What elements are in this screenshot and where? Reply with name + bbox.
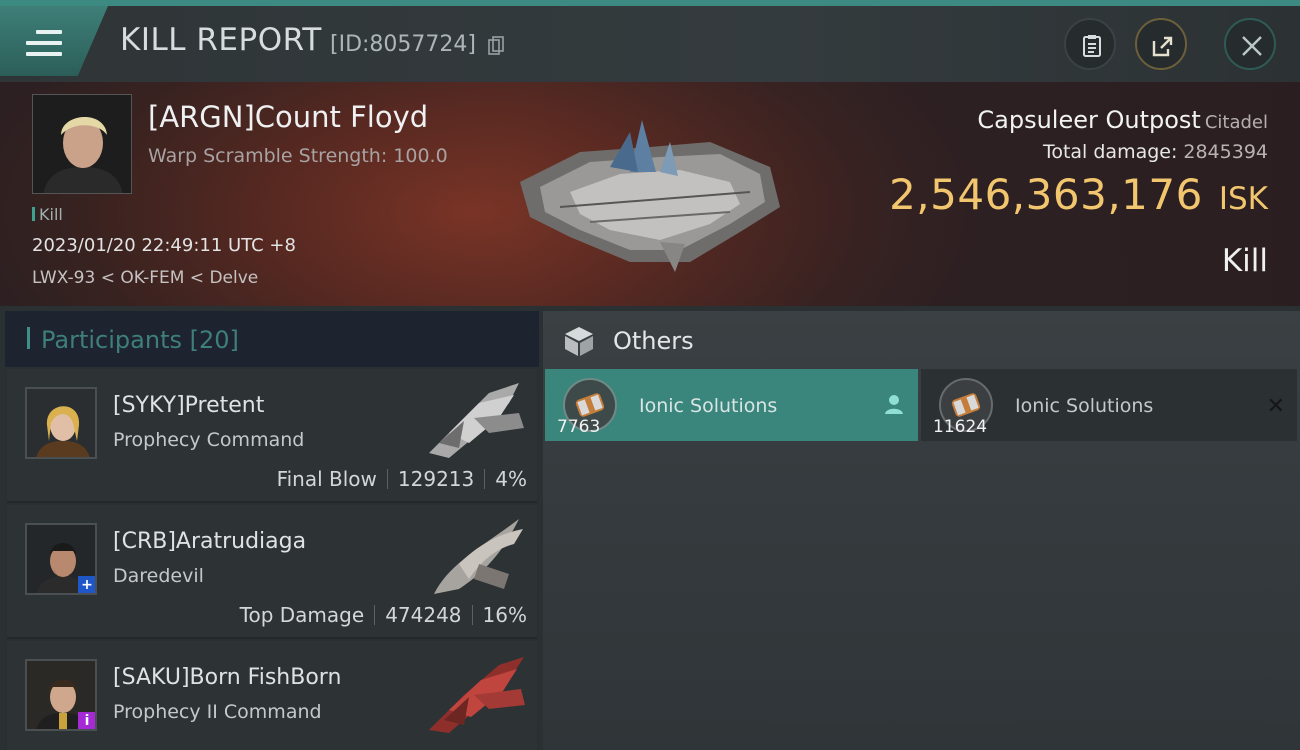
victim-ship-name: Capsuleer Outpost [977, 106, 1201, 134]
person-icon[interactable] [884, 393, 904, 415]
isk-unit: ISK [1218, 181, 1268, 217]
victim-pilot-name[interactable]: [ARGN]Count Floyd [148, 100, 428, 134]
participant-name[interactable]: [SAKU]Born FishBorn [113, 665, 341, 690]
clipboard-icon [1083, 35, 1101, 57]
isk-value: 2,546,363,176 ISK [889, 170, 1268, 219]
kill-location[interactable]: LWX-93 < OK-FEM < Delve [32, 268, 258, 288]
clipboard-button[interactable] [1064, 18, 1116, 70]
total-damage-value: 2845394 [1183, 141, 1268, 163]
others-header: Others [543, 311, 1300, 369]
participant-stats: Top Damage 474248 16% [240, 603, 527, 627]
info-icon: i [78, 712, 95, 729]
loot-item[interactable]: 7763 Ionic Solutions [545, 369, 918, 441]
ship-image [429, 383, 524, 458]
item-name: Ionic Solutions [1015, 395, 1154, 417]
share-button[interactable] [1135, 18, 1187, 70]
menu-icon [26, 30, 62, 58]
participant-ship[interactable]: Daredevil [113, 565, 204, 587]
separator [374, 605, 376, 625]
item-name: Ionic Solutions [639, 395, 778, 417]
participants-count: [20] [189, 326, 239, 354]
participants-title: Participants [20] [41, 326, 239, 354]
separator [386, 469, 388, 489]
participant-percent: 16% [482, 603, 527, 627]
kill-id: [ID:8057724] [330, 32, 476, 57]
portrait-image [33, 95, 131, 193]
item-quantity: 11624 [933, 417, 988, 437]
kill-datetime: 2023/01/20 22:49:11 UTC +8 [32, 235, 296, 256]
participant-damage: 474248 [385, 603, 462, 627]
close-button[interactable] [1224, 18, 1276, 70]
item-quantity: 7763 [557, 417, 601, 437]
warp-scramble-strength: Warp Scramble Strength: 100.0 [148, 145, 448, 167]
participants-panel: Participants [20] [SYKY]Pretent Prophecy… [5, 311, 539, 750]
loot-item[interactable]: 11624 Ionic Solutions ✕ [921, 369, 1297, 441]
participant-name[interactable]: [SYKY]Pretent [113, 393, 264, 418]
cube-icon [565, 327, 593, 356]
participants-label: Participants [41, 326, 182, 354]
ship-image [429, 657, 525, 733]
participant-avatar[interactable] [25, 387, 97, 459]
others-panel: Others 7763 Ionic Solutions 11624 Ionic … [543, 311, 1300, 750]
victim-ship-class: Citadel [1204, 112, 1268, 133]
participant-ship[interactable]: Prophecy II Command [113, 701, 322, 723]
header-accent-bar [27, 327, 30, 349]
victim-avatar[interactable] [32, 94, 132, 194]
kill-tag: Kill [32, 205, 63, 224]
total-damage-label: Total damage: [1042, 141, 1178, 163]
participant-percent: 4% [495, 467, 527, 491]
participant-role: Top Damage [239, 603, 365, 627]
participant-row[interactable]: i [SAKU]Born FishBorn Prophecy II Comman… [7, 641, 537, 750]
total-damage: Total damage: 2845394 [1043, 141, 1268, 163]
participant-avatar[interactable]: i [25, 659, 97, 731]
participant-ship[interactable]: Prophecy Command [113, 429, 304, 451]
participant-damage: 129213 [397, 467, 475, 491]
participant-row[interactable]: + [CRB]Aratrudiaga Daredevil Top Damage 4… [7, 505, 537, 639]
share-icon [1152, 36, 1173, 57]
others-title: Others [613, 327, 694, 355]
participant-stats: Final Blow 129213 4% [277, 467, 527, 491]
citadel-structure-image [520, 120, 780, 272]
ship-image [434, 519, 523, 594]
separator [484, 469, 486, 489]
copy-icon[interactable] [488, 36, 504, 55]
portrait-image [27, 389, 95, 457]
participant-role: Final Blow [276, 467, 377, 491]
victim-ship[interactable]: Capsuleer Outpost Citadel [977, 106, 1268, 134]
plus-icon: + [78, 576, 95, 593]
participants-header[interactable]: Participants [20] [5, 311, 539, 367]
destroyed-x-icon: ✕ [1266, 394, 1285, 419]
separator [471, 605, 473, 625]
close-icon [1242, 36, 1262, 56]
participant-avatar[interactable]: + [25, 523, 97, 595]
result-label: Kill [1221, 243, 1268, 279]
participant-row[interactable]: [SYKY]Pretent Prophecy Command Final Blo… [7, 369, 537, 503]
page-title: KILL REPORT [120, 22, 322, 58]
participant-name[interactable]: [CRB]Aratrudiaga [113, 529, 306, 554]
isk-amount: 2,546,363,176 [889, 170, 1203, 219]
